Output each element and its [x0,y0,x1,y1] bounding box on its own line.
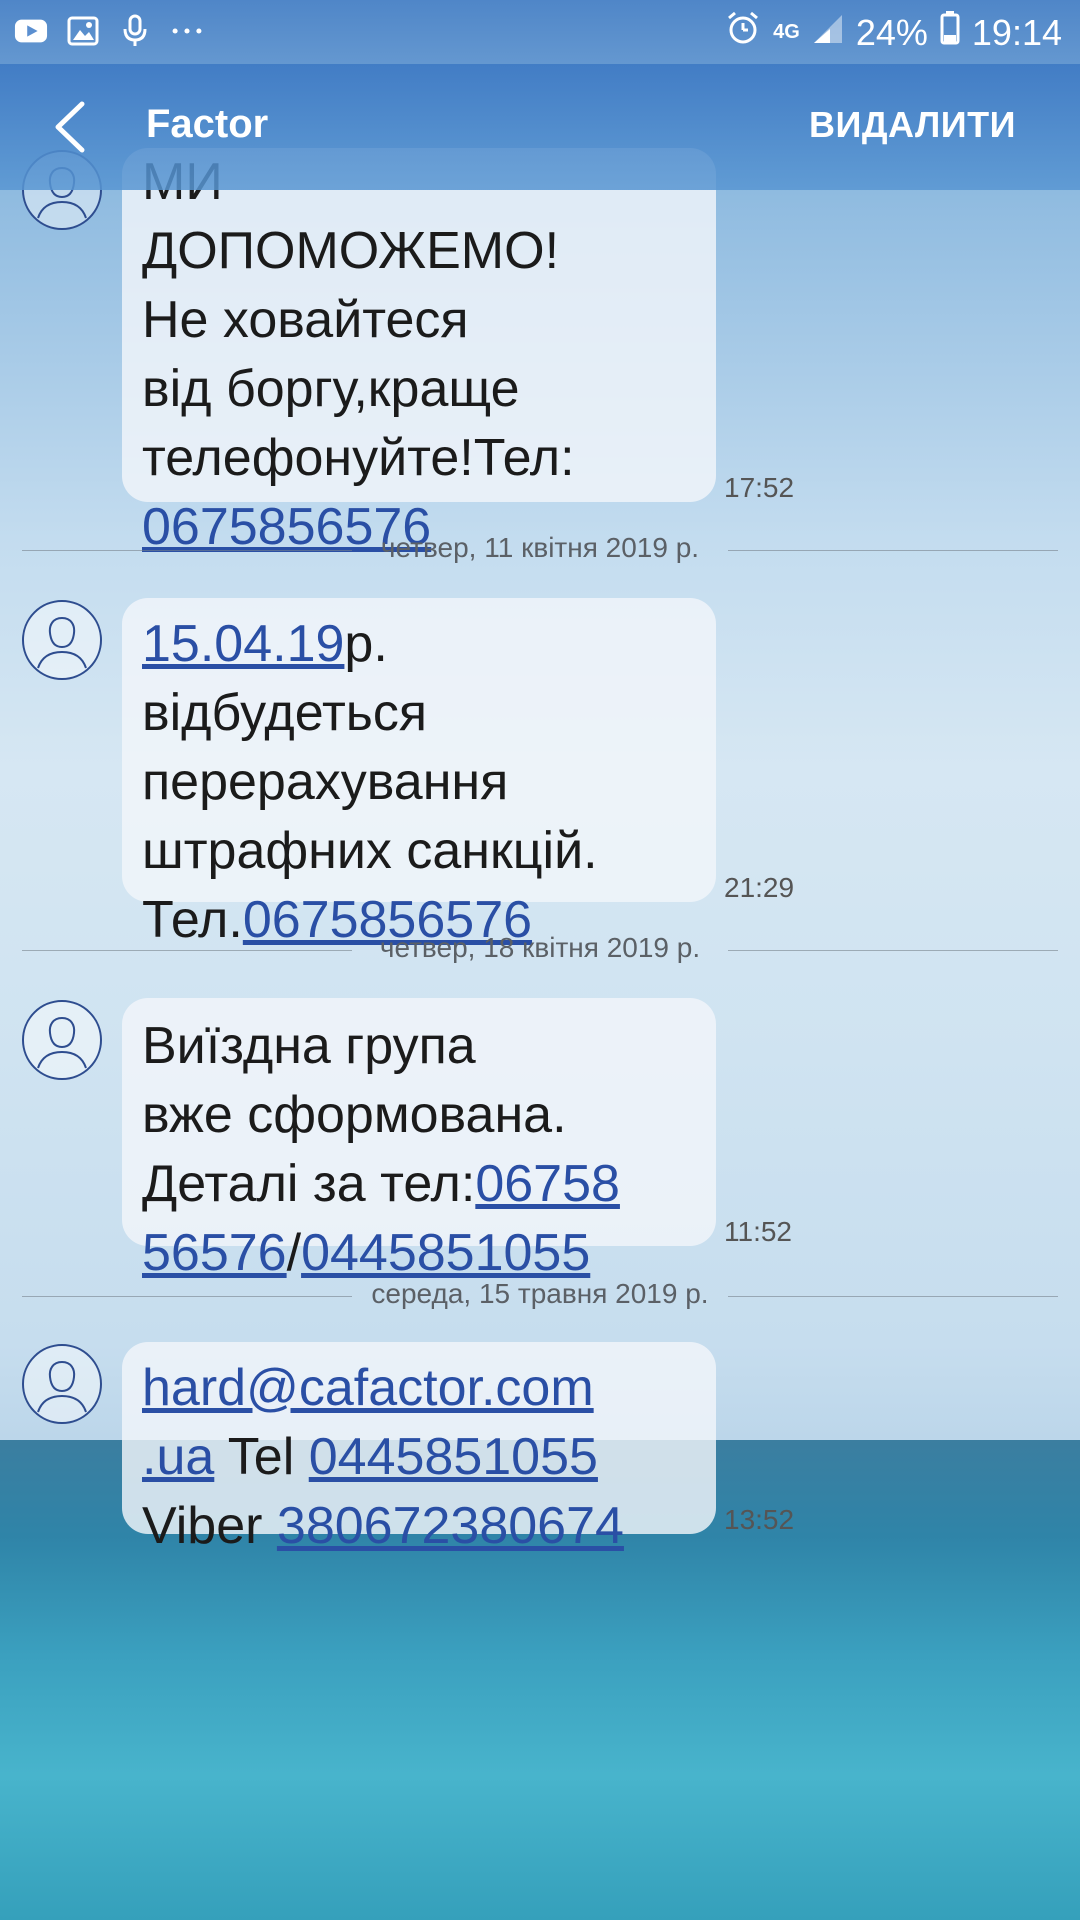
message-text: Viber [142,1497,277,1555]
message-line: ДОПОМОЖЕМО! [142,217,696,286]
date-label: середа, 15 травня 2019 р. [371,1278,709,1309]
message-line: Viber 380672380674 [142,1492,696,1561]
date-label: четвер, 18 квітня 2019 р. [379,932,701,963]
message-line: hard@cafactor.com [142,1354,696,1423]
message-bubble[interactable]: Виїздна група вже сформована. Деталі за те… [122,998,716,1282]
message-line: .ua Tel 0445851055 [142,1423,696,1492]
youtube-icon [14,14,48,48]
clock: 19:14 [971,11,1062,53]
email-link[interactable]: .ua [142,1428,214,1486]
message-line: Виїздна група [142,1012,696,1081]
notification-icons [14,14,204,48]
message-text: відбудеться [142,684,428,742]
message-line: відбудеться [142,679,696,748]
phone-link[interactable]: 0445851055 [309,1428,598,1486]
contact-avatar-icon[interactable] [22,1344,102,1424]
message-text: Деталі за тел: [142,1155,476,1213]
message-bubble[interactable]: hard@cafactor.com .ua Tel 0445851055 Viber… [122,1342,716,1555]
system-icons: 4G 24% 19:14 [725,10,1062,55]
app-bar: Factor ВИДАЛИТИ [0,64,1080,190]
gallery-icon [66,14,100,48]
status-bar: 4G 24% 19:14 [0,0,1080,64]
message-line: перерахування [142,748,696,817]
message-time: 13:52 [724,1504,795,1535]
message-text: вже сформована. [142,1086,567,1144]
email-link[interactable]: hard@cafactor.com [142,1359,594,1417]
message-time: 17:52 [724,472,795,503]
battery-percent: 24% [855,11,928,53]
alarm-icon [725,10,761,55]
date-separator: четвер, 18 квітня 2019 р. [22,930,1058,970]
message-line: 15.04.19р. [142,610,696,679]
message-bubble[interactable]: 15.04.19р. відбудеться перерахування штрафн… [122,598,716,949]
message-text: від боргу,краще [142,360,520,418]
phone-link[interactable]: 15.04.19 [142,615,344,673]
message-line: штрафних санкцій. [142,817,696,886]
battery-icon [940,11,960,54]
message-time: 11:52 [724,1216,792,1247]
message-line: телефонуйте!Тел: [142,424,696,493]
message-text: р. [344,615,388,673]
message-text: Tel [214,1428,309,1486]
message-line: Деталі за тел:06758 [142,1150,696,1219]
contact-avatar-icon[interactable] [22,1000,102,1080]
back-button[interactable] [50,100,100,154]
message-text: Не ховайтеся [142,291,469,349]
conversation-title: Factor [146,102,269,146]
microphone-icon [118,14,152,48]
network-type: 4G [773,21,800,43]
message-line: вже сформована. [142,1081,696,1150]
date-separator: четвер, 11 квітня 2019 р. [22,530,1058,570]
more-icon [170,14,204,48]
message-time: 21:29 [724,872,795,903]
message-text: телефонуйте!Тел: [142,429,575,487]
delete-button[interactable]: ВИДАЛИТИ [809,104,1016,146]
message-bubble[interactable]: МИДОПОМОЖЕМО!Не ховайтесявід боргу,краще… [122,148,716,556]
message-text: ДОПОМОЖЕМО! [142,222,560,280]
message-text: перерахування [142,753,509,811]
chevron-left-icon [55,101,85,153]
message-text: штрафних санкцій. [142,822,598,880]
message-line: від боргу,краще [142,355,696,424]
contact-avatar-icon[interactable] [22,600,102,680]
message-text: Виїздна група [142,1017,476,1075]
message-text: / [286,1224,302,1282]
phone-link[interactable]: 0445851055 [301,1224,590,1282]
date-label: четвер, 11 квітня 2019 р. [380,532,700,563]
phone-link[interactable]: 56576 [142,1224,287,1282]
date-separator: середа, 15 травня 2019 р. [22,1276,1058,1316]
phone-link[interactable]: 380672380674 [277,1497,624,1555]
message-line: Не ховайтеся [142,286,696,355]
signal-icon [812,12,844,54]
phone-link[interactable]: 06758 [475,1155,620,1213]
